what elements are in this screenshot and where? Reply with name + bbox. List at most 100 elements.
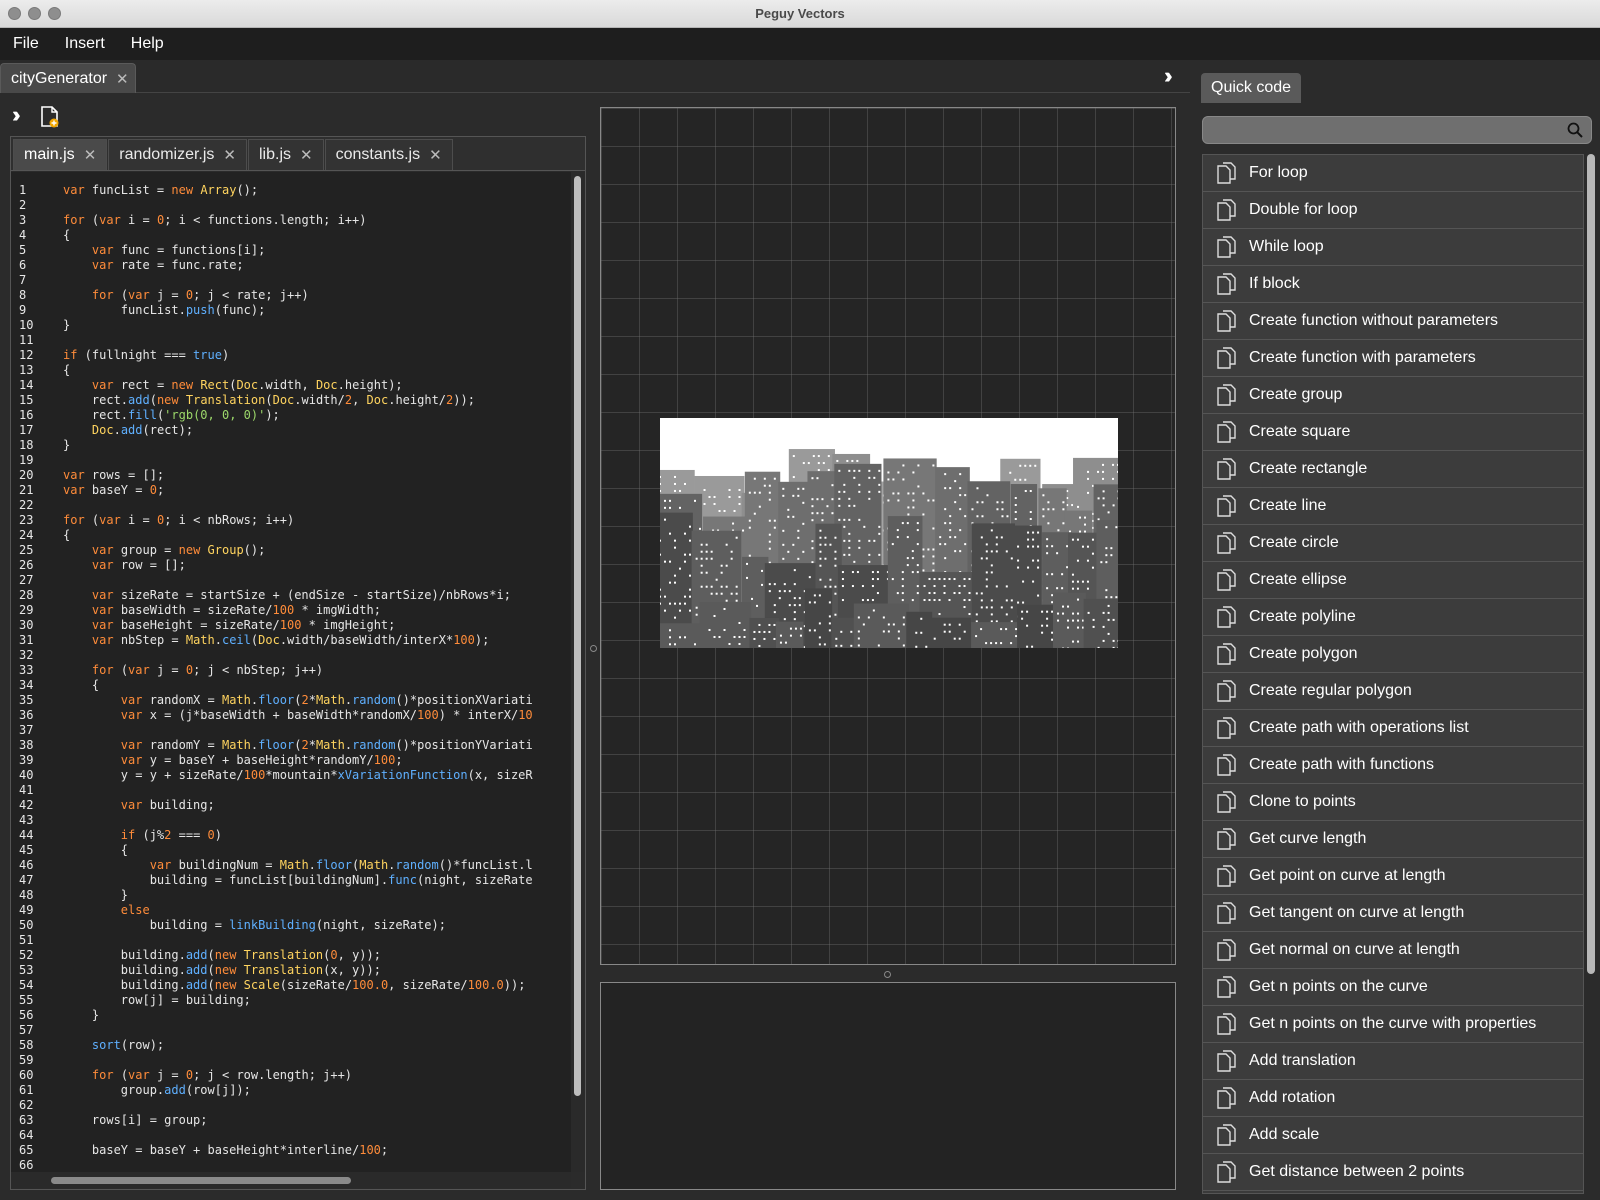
quick-code-item[interactable]: Create function with parameters — [1203, 340, 1583, 377]
code-line[interactable]: } — [63, 888, 533, 903]
code-line[interactable]: if (j%2 === 0) — [63, 828, 533, 843]
code-line[interactable]: { — [63, 843, 533, 858]
quick-code-item[interactable]: Create polyline — [1203, 599, 1583, 636]
code-line[interactable]: if (fullnight === true) — [63, 348, 533, 363]
quick-code-item[interactable]: Get curve length — [1203, 821, 1583, 858]
code-line[interactable]: var nbStep = Math.ceil(Doc.width/baseWid… — [63, 633, 533, 648]
code-line[interactable] — [63, 1098, 533, 1113]
code-line[interactable]: building.add(new Translation(0, y)); — [63, 948, 533, 963]
code-line[interactable]: var rate = func.rate; — [63, 258, 533, 273]
code-line[interactable] — [63, 1023, 533, 1038]
code-line[interactable]: building = linkBuilding(night, sizeRate)… — [63, 918, 533, 933]
code-line[interactable]: { — [63, 528, 533, 543]
close-icon[interactable]: ✕ — [223, 146, 236, 164]
code-line[interactable]: y = y + sizeRate/100*mountain*xVariation… — [63, 768, 533, 783]
tab-quick-code[interactable]: Quick code — [1201, 73, 1302, 103]
code-line[interactable]: for (var j = 0; j < nbStep; j++) — [63, 663, 533, 678]
code-line[interactable]: var baseHeight = sizeRate/100 * imgHeigh… — [63, 618, 533, 633]
code-line[interactable]: group.add(row[j]); — [63, 1083, 533, 1098]
quick-code-item[interactable]: Create path with functions — [1203, 747, 1583, 784]
quick-code-item[interactable]: Create rectangle — [1203, 451, 1583, 488]
search-icon[interactable] — [1567, 122, 1583, 138]
quick-code-item[interactable]: Create function without parameters — [1203, 303, 1583, 340]
code-line[interactable]: var baseWidth = sizeRate/100 * imgWidth; — [63, 603, 533, 618]
close-icon[interactable]: ✕ — [116, 70, 129, 88]
close-icon[interactable]: ✕ — [300, 146, 313, 164]
quick-code-item[interactable]: Create ellipse — [1203, 562, 1583, 599]
code-line[interactable]: var func = functions[i]; — [63, 243, 533, 258]
code-line[interactable]: var rows = []; — [63, 468, 533, 483]
code-line[interactable] — [63, 1128, 533, 1143]
menu-help[interactable]: Help — [118, 35, 177, 53]
code-line[interactable]: } — [63, 438, 533, 453]
quick-code-item[interactable]: Get tangent on curve at length — [1203, 895, 1583, 932]
search-input[interactable] — [1203, 117, 1543, 143]
editor-vertical-scrollbar[interactable] — [571, 172, 585, 1172]
code-line[interactable]: baseY = baseY + baseHeight*interline/100… — [63, 1143, 533, 1158]
code-line[interactable]: var funcList = new Array(); — [63, 183, 533, 198]
file-tab-main[interactable]: main.js ✕ — [13, 139, 108, 170]
run-icon[interactable]: ›› — [12, 102, 20, 128]
code-line[interactable]: var group = new Group(); — [63, 543, 533, 558]
vertical-splitter-handle[interactable] — [590, 645, 597, 652]
quick-code-item[interactable]: Create group — [1203, 377, 1583, 414]
quick-code-item[interactable]: Create polygon — [1203, 636, 1583, 673]
code-line[interactable]: building.add(new Scale(sizeRate/100.0, s… — [63, 978, 533, 993]
code-line[interactable]: var row = []; — [63, 558, 533, 573]
quick-code-item[interactable]: Get n points on the curve — [1203, 969, 1583, 1006]
code-line[interactable]: rows[i] = group; — [63, 1113, 533, 1128]
code-line[interactable]: rect.add(new Translation(Doc.width/2, Do… — [63, 393, 533, 408]
code-line[interactable]: for (var i = 0; i < functions.length; i+… — [63, 213, 533, 228]
code-line[interactable]: { — [63, 678, 533, 693]
code-line[interactable] — [63, 1158, 533, 1172]
code-line[interactable] — [63, 498, 533, 513]
file-tab-constants[interactable]: constants.js ✕ — [324, 139, 453, 170]
code-line[interactable]: building.add(new Translation(x, y)); — [63, 963, 533, 978]
code-line[interactable]: { — [63, 363, 533, 378]
scroll-thumb[interactable] — [574, 176, 581, 1096]
quick-code-search[interactable] — [1202, 116, 1592, 144]
code-line[interactable]: } — [63, 318, 533, 333]
quick-code-item[interactable]: For loop — [1203, 155, 1583, 192]
code-line[interactable] — [63, 198, 533, 213]
new-file-icon[interactable] — [40, 106, 60, 128]
code-line[interactable]: else — [63, 903, 533, 918]
code-line[interactable]: var rect = new Rect(Doc.width, Doc.heigh… — [63, 378, 533, 393]
code-line[interactable]: var buildingNum = Math.floor(Math.random… — [63, 858, 533, 873]
code-line[interactable]: Doc.add(rect); — [63, 423, 533, 438]
quick-code-item[interactable]: Add rotation — [1203, 1080, 1583, 1117]
quick-code-item[interactable]: Get n points on the curve with propertie… — [1203, 1006, 1583, 1043]
quick-code-item[interactable]: Get point on curve at length — [1203, 858, 1583, 895]
close-icon[interactable]: ✕ — [84, 146, 97, 164]
code-line[interactable] — [63, 453, 533, 468]
menu-insert[interactable]: Insert — [52, 35, 118, 53]
quick-code-item[interactable]: Create line — [1203, 488, 1583, 525]
code-line[interactable]: row[j] = building; — [63, 993, 533, 1008]
quick-code-item[interactable]: Create path with operations list — [1203, 710, 1583, 747]
quick-code-item[interactable]: Add translation — [1203, 1043, 1583, 1080]
code-line[interactable]: for (var i = 0; i < nbRows; i++) — [63, 513, 533, 528]
quick-code-item[interactable]: While loop — [1203, 229, 1583, 266]
code-line[interactable]: } — [63, 1008, 533, 1023]
code-line[interactable] — [63, 723, 533, 738]
scroll-thumb[interactable] — [51, 1177, 351, 1184]
code-line[interactable]: for (var j = 0; j < rate; j++) — [63, 288, 533, 303]
quick-code-item[interactable]: Double for loop — [1203, 192, 1583, 229]
code-line[interactable]: sort(row); — [63, 1038, 533, 1053]
quick-code-item[interactable]: Clone to points — [1203, 784, 1583, 821]
quick-code-item[interactable]: Create square — [1203, 414, 1583, 451]
code-line[interactable]: var building; — [63, 798, 533, 813]
scroll-thumb[interactable] — [1587, 154, 1595, 974]
file-tab-lib[interactable]: lib.js ✕ — [248, 139, 324, 170]
code-line[interactable]: for (var j = 0; j < row.length; j++) — [63, 1068, 533, 1083]
code-line[interactable] — [63, 333, 533, 348]
code-area[interactable]: 1 2 3 4 5 6 7 8 9 10 11 12 13 14 15 16 17 18 19 20 21 22 23 24 2… — [11, 172, 571, 1172]
quick-code-item[interactable]: Get normal on curve at length — [1203, 932, 1583, 969]
code-line[interactable]: { — [63, 228, 533, 243]
code-line[interactable] — [63, 648, 533, 663]
code-line[interactable] — [63, 1053, 533, 1068]
code-line[interactable]: var baseY = 0; — [63, 483, 533, 498]
code-line[interactable]: rect.fill('rgb(0, 0, 0)'); — [63, 408, 533, 423]
file-tab-randomizer[interactable]: randomizer.js ✕ — [108, 139, 247, 170]
code-line[interactable] — [63, 813, 533, 828]
